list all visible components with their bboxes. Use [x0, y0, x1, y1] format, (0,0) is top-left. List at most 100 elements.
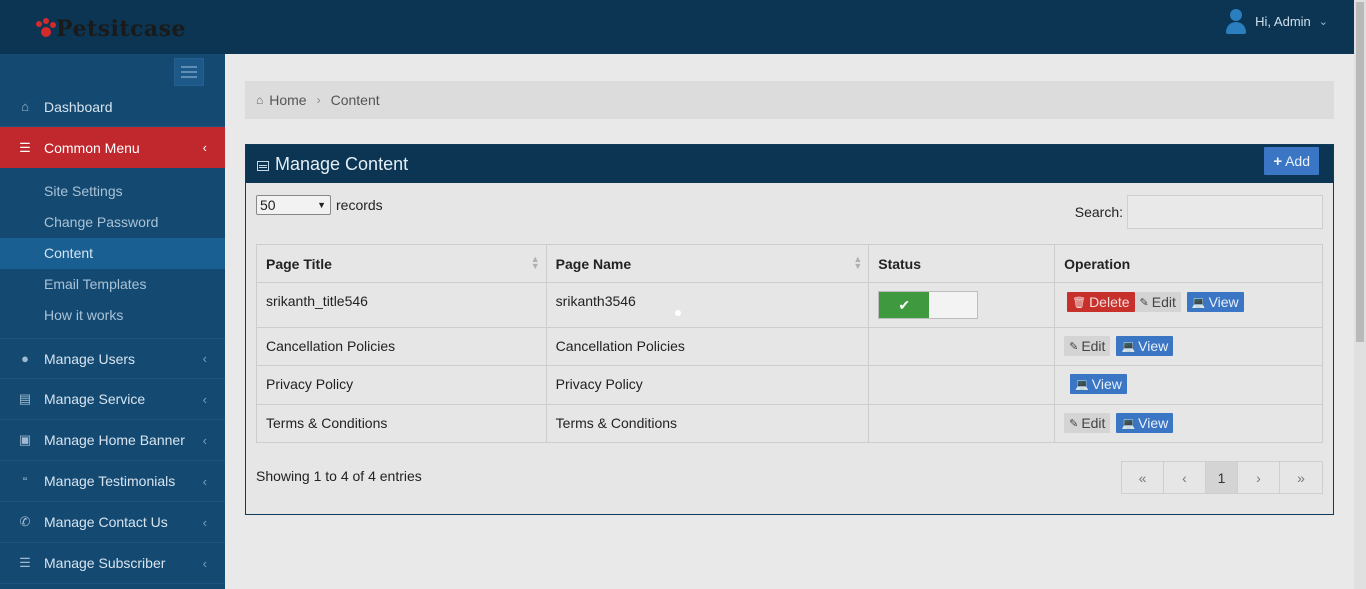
submenu-item-email-templates[interactable]: Email Templates [0, 269, 225, 300]
check-icon: ✔ [879, 292, 930, 318]
cell-page-name: srikanth3546 [545, 282, 870, 328]
cell-page-title: Privacy Policy [256, 365, 547, 405]
cell-operation: ✎ Edit 💻 View [1054, 404, 1323, 443]
sidebar-item-manage-contact-us[interactable]: ✆ Manage Contact Us ‹ [0, 502, 225, 543]
scrollbar-thumb[interactable] [1356, 2, 1364, 342]
sidebar-item-label: Common Menu [44, 139, 140, 156]
cell-status [868, 327, 1056, 366]
table-row: srikanth_title546 srikanth3546 ✔ 🗑 Delete… [256, 282, 1323, 328]
breadcrumb-current: Content [330, 92, 380, 108]
cell-status: ✔ [868, 282, 1056, 328]
sidebar-item-manage-testimonials[interactable]: “ Manage Testimonials ‹ [0, 461, 225, 502]
image-icon: ▣ [18, 432, 32, 447]
loading-dot [675, 310, 681, 316]
list-alt-icon: ▤ [18, 391, 32, 406]
edit-button[interactable]: ✎ Edit [1134, 292, 1181, 312]
chevron-left-icon: ‹ [202, 514, 207, 530]
edit-button[interactable]: ✎ Edit [1064, 413, 1111, 433]
pagination: « ‹ 1 › » [1121, 461, 1323, 494]
laptop-icon: 💻 [1191, 296, 1206, 309]
laptop-icon: 💻 [1075, 378, 1089, 391]
sidebar-item-label: Manage Home Banner [44, 432, 185, 448]
page-scrollbar[interactable] [1354, 0, 1366, 589]
paw-icon [34, 18, 56, 40]
common-menu-submenu: Site Settings Change Password Content Em… [0, 168, 225, 331]
cell-status [868, 404, 1056, 443]
cell-page-name: Terms & Conditions [545, 404, 870, 443]
records-per-page-value: 50 [260, 197, 276, 213]
breadcrumb: ⌂ Home › Content [245, 81, 1334, 119]
records-per-page-select[interactable]: 50 ▼ [256, 195, 331, 215]
view-button[interactable]: 💻 View [1070, 374, 1127, 394]
user-greeting: Hi, Admin [1255, 13, 1311, 29]
table-row: Privacy Policy Privacy Policy 💻 View [256, 365, 1323, 405]
records-per-page: 50 ▼ records [256, 195, 383, 215]
sidebar-item-manage-home-banner[interactable]: ▣ Manage Home Banner ‹ [0, 420, 225, 461]
cell-operation: 💻 View [1054, 365, 1323, 405]
submenu-item-content[interactable]: Content [0, 238, 225, 269]
phone-icon: ✆ [19, 514, 31, 529]
sidebar-toggle-button[interactable] [174, 58, 204, 86]
sort-icon: ▲ ▼ [530, 254, 540, 271]
laptop-icon: 💻 [1121, 340, 1136, 353]
pagination-prev-button[interactable]: ‹ [1164, 462, 1206, 493]
status-toggle[interactable]: ✔ [878, 291, 979, 319]
add-button[interactable]: + Add [1264, 147, 1319, 175]
sidebar-item-common-menu[interactable]: ☰ Common Menu ‹ [0, 127, 225, 168]
table-info: Showing 1 to 4 of 4 entries [256, 468, 422, 484]
view-button[interactable]: 💻 View [1116, 413, 1174, 433]
logo-text: Petsitcase [56, 16, 187, 42]
users-icon: ● [21, 351, 29, 366]
edit-icon: ✎ [1069, 340, 1079, 353]
manage-content-panel: Manage Content + Add 50 ▼ records Search… [245, 144, 1334, 515]
view-button[interactable]: 💻 View [1186, 292, 1244, 312]
user-menu[interactable]: Hi, Admin ⌄ [1225, 8, 1328, 34]
chevron-left-icon: ‹ [202, 432, 207, 448]
pagination-next-button[interactable]: › [1238, 462, 1280, 493]
delete-button[interactable]: 🗑 Delete [1067, 292, 1135, 312]
sidebar-item-label: Manage Testimonials [44, 473, 176, 489]
content-table: Page Title ▲ ▼ Page Name ▲ ▼ Status Operatio… [256, 244, 1323, 443]
sidebar-item-manage-service[interactable]: ▤ Manage Service ‹ [0, 379, 225, 420]
submenu-item-how-it-works[interactable]: How it works [0, 300, 225, 331]
table-header-row: Page Title ▲ ▼ Page Name ▲ ▼ Status Operatio… [256, 244, 1323, 283]
sidebar-item-dashboard[interactable]: ⌂ Dashboard [0, 87, 225, 127]
edit-button[interactable]: ✎ Edit [1064, 336, 1111, 356]
chevron-left-icon: ‹ [202, 391, 207, 407]
search-input[interactable] [1127, 195, 1323, 229]
main-content: ⌂ Home › Content Manage Content + Add 50… [225, 54, 1354, 589]
sidebar: ⌂ Dashboard ☰ Common Menu ‹ Site Setting… [0, 54, 225, 589]
cell-page-name: Cancellation Policies [545, 327, 870, 366]
home-icon: ⌂ [21, 99, 29, 114]
sidebar-item-label: Dashboard [44, 98, 113, 115]
edit-icon: ✎ [1069, 417, 1079, 430]
panel-title: Manage Content [275, 153, 409, 174]
pagination-page-button[interactable]: 1 [1206, 462, 1238, 493]
sidebar-item-label: Manage Service [44, 391, 146, 407]
chevron-left-icon: ‹ [202, 351, 207, 366]
table-row: Terms & Conditions Terms & Conditions ✎ E… [256, 404, 1323, 443]
submenu-item-change-password[interactable]: Change Password [0, 207, 225, 238]
sidebar-item-manage-subscriber[interactable]: ☰ Manage Subscriber ‹ [0, 543, 225, 584]
home-icon: ⌂ [256, 93, 264, 107]
cell-page-title: Cancellation Policies [256, 327, 547, 366]
sidebar-item-manage-users[interactable]: ● Manage Users ‹ [0, 338, 225, 379]
search-label: Search: [1074, 204, 1123, 220]
column-header-page-name[interactable]: Page Name ▲ ▼ [545, 244, 870, 283]
view-button[interactable]: 💻 View [1116, 336, 1174, 356]
chevron-left-icon: ‹ [202, 473, 207, 489]
cell-page-title: Terms & Conditions [256, 404, 547, 443]
pagination-last-button[interactable]: » [1280, 462, 1322, 493]
breadcrumb-separator-icon: › [316, 93, 321, 107]
panel-header: Manage Content + Add [246, 145, 1333, 183]
breadcrumb-home-link[interactable]: Home [269, 92, 306, 108]
submenu-item-site-settings[interactable]: Site Settings [0, 176, 225, 207]
chevron-left-icon: ‹ [202, 140, 207, 155]
pagination-first-button[interactable]: « [1122, 462, 1164, 493]
cell-status [868, 365, 1056, 405]
cell-operation: ✎ Edit 💻 View [1054, 327, 1323, 366]
column-header-page-title[interactable]: Page Title ▲ ▼ [256, 244, 547, 283]
chevron-down-icon: ⌄ [1318, 15, 1328, 28]
table-row: Cancellation Policies Cancellation Polic… [256, 327, 1323, 366]
logo[interactable]: Petsitcase [34, 12, 186, 46]
